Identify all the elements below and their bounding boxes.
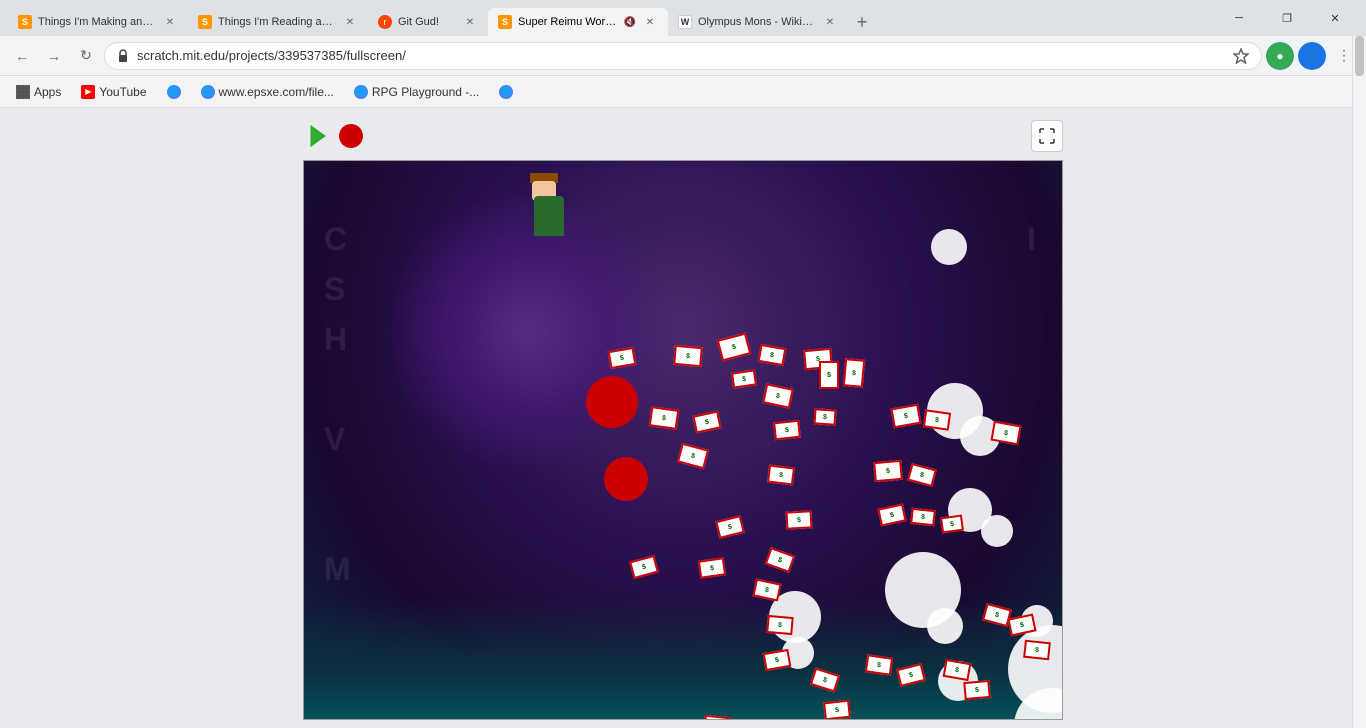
bill-16: $	[873, 460, 903, 482]
bill-33: $	[865, 654, 893, 675]
bill-5: $	[649, 406, 680, 430]
fullscreen-button[interactable]	[1031, 120, 1063, 152]
tab-gitgud[interactable]: r Git Gud! ✕	[368, 8, 488, 36]
addressbar: ← → ↻ scratch.mit.edu/projects/339537385…	[0, 36, 1366, 76]
back-button[interactable]: ←	[8, 42, 36, 70]
epsxe-favicon: 🌐	[201, 85, 215, 99]
bookmarks-bar: Apps ▶ YouTube 🌐 🌐 www.epsxe.com/file...…	[0, 76, 1366, 108]
red-circle-1	[604, 457, 648, 501]
bg-text-5: M	[324, 551, 357, 588]
projectile-10	[981, 515, 1013, 547]
bill-20: $	[940, 515, 964, 534]
bill-32: $	[823, 700, 851, 720]
bookmark-youtube-label: YouTube	[99, 85, 146, 99]
tab-favicon-3: r	[378, 15, 392, 29]
bill-23: $	[767, 464, 795, 485]
bg-text-1: C	[324, 221, 353, 258]
star-icon[interactable]	[1233, 48, 1249, 64]
scrollbar[interactable]	[1352, 36, 1366, 728]
projectile-0	[931, 229, 967, 265]
globe2-favicon: 🌐	[499, 85, 513, 99]
tab-close-5[interactable]: ✕	[822, 14, 838, 30]
tab-olympus-mons[interactable]: W Olympus Mons - Wikipedia ✕	[668, 8, 848, 36]
content-area: C S H V M I $$$$$$$$$$$$$$$$$$$$$$$$$$$$…	[0, 108, 1366, 728]
bg-text-2: S	[324, 271, 351, 308]
tab-close-2[interactable]: ✕	[342, 14, 358, 30]
bookmark-apps[interactable]: Apps	[8, 82, 69, 102]
window-controls: ─ ❐ ✕	[1216, 4, 1358, 36]
url-text: scratch.mit.edu/projects/339537385/fulls…	[137, 48, 1225, 63]
tab-things-reading[interactable]: S Things I'm Reading and Playing... ✕	[188, 8, 368, 36]
tab-mute-icon[interactable]: 🔇	[624, 17, 636, 28]
tab-label-4: Super Reimu World 2: Koi...	[518, 16, 618, 28]
tab-favicon-2: S	[198, 15, 212, 29]
bookmark-globe1[interactable]: 🌐	[159, 82, 189, 102]
game-character	[524, 181, 584, 241]
tab-label-2: Things I'm Reading and Playing...	[218, 16, 336, 28]
apps-icon	[16, 85, 30, 99]
globe1-favicon: 🌐	[167, 85, 181, 99]
profile-icon[interactable]: 👤	[1298, 42, 1326, 70]
tab-favicon-1: S	[18, 15, 32, 29]
stop-button[interactable]	[339, 124, 363, 148]
titlebar: S Things I'm Making and Creatin... ✕ S T…	[0, 0, 1366, 36]
new-tab-button[interactable]: +	[848, 8, 876, 36]
tab-close-1[interactable]: ✕	[162, 14, 178, 30]
bg-text-4: V	[324, 421, 351, 458]
bill-15: $	[923, 409, 951, 430]
lock-icon	[117, 49, 129, 63]
bill-39: $	[1023, 640, 1051, 661]
tab-close-4[interactable]: ✕	[642, 14, 658, 30]
bg-text-3: H	[324, 321, 353, 358]
tab-favicon-4: S	[498, 15, 512, 29]
bill-11: $	[813, 408, 836, 425]
bookmark-epsxe-label: www.epsxe.com/file...	[219, 85, 334, 99]
forward-button[interactable]: →	[40, 42, 68, 70]
red-circle-0	[586, 376, 638, 428]
close-button[interactable]: ✕	[1312, 4, 1358, 32]
tab-label-5: Olympus Mons - Wikipedia	[698, 16, 816, 28]
bookmark-epsxe[interactable]: 🌐 www.epsxe.com/file...	[193, 82, 342, 102]
minimize-button[interactable]: ─	[1216, 4, 1262, 32]
tab-things-making[interactable]: S Things I'm Making and Creatin... ✕	[8, 8, 188, 36]
game-ctrl-left	[303, 122, 363, 150]
bill-8: $	[731, 369, 757, 388]
bookmark-rpg[interactable]: 🌐 RPG Playground -...	[346, 82, 487, 102]
scrollbar-thumb[interactable]	[1355, 36, 1364, 76]
bill-1: $	[673, 345, 703, 367]
char-body	[534, 196, 564, 236]
maximize-button[interactable]: ❐	[1264, 4, 1310, 32]
reload-button[interactable]: ↻	[72, 42, 100, 70]
chrome-extension-icon[interactable]: ●	[1266, 42, 1294, 70]
tab-label-3: Git Gud!	[398, 16, 456, 28]
bill-13: $	[843, 358, 865, 388]
tab-super-reimu[interactable]: S Super Reimu World 2: Koi... 🔇 ✕	[488, 8, 668, 36]
bill-29: $	[766, 615, 793, 635]
bill-36: $	[963, 680, 990, 700]
bill-24: $	[786, 510, 813, 529]
url-bar[interactable]: scratch.mit.edu/projects/339537385/fulls…	[104, 42, 1262, 70]
rpg-favicon: 🌐	[354, 85, 368, 99]
tab-label-1: Things I'm Making and Creatin...	[38, 16, 156, 28]
bookmark-apps-label: Apps	[34, 85, 61, 99]
bookmark-globe2[interactable]: 🌐	[491, 82, 521, 102]
tab-close-3[interactable]: ✕	[462, 14, 478, 30]
bill-19: $	[910, 508, 936, 526]
bookmark-youtube[interactable]: ▶ YouTube	[73, 82, 154, 102]
bill-10: $	[773, 420, 801, 441]
bg-text-right: I	[1027, 221, 1042, 258]
youtube-favicon: ▶	[81, 85, 95, 99]
bill-12: $	[819, 361, 839, 389]
projectile-12	[927, 608, 963, 644]
bookmark-rpg-label: RPG Playground -...	[372, 85, 479, 99]
bill-26: $	[698, 557, 726, 578]
green-flag-button[interactable]	[303, 122, 331, 150]
game-controls	[303, 116, 1063, 156]
game-canvas[interactable]: C S H V M I $$$$$$$$$$$$$$$$$$$$$$$$$$$$…	[303, 160, 1063, 720]
tab-favicon-5: W	[678, 15, 692, 29]
toolbar-icons: ● 👤 ⋮	[1266, 42, 1358, 70]
